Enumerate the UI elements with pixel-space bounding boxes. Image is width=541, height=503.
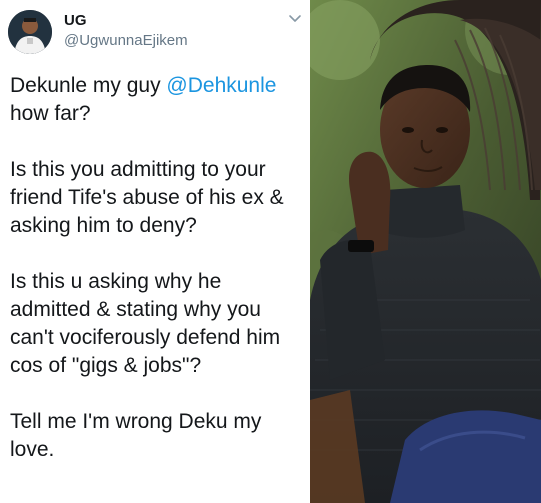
- tweet-text-segment: Dekunle my guy: [10, 74, 167, 97]
- display-name[interactable]: UG: [64, 12, 87, 29]
- tweet-paragraph-4: Tell me I'm wrong Deku my love.: [10, 410, 262, 461]
- chevron-down-icon[interactable]: [286, 10, 304, 28]
- tweet-card: UG @UgwunnaEjikem Dekunle my guy @Dehkun…: [0, 0, 310, 503]
- tweet-photo[interactable]: [310, 0, 541, 503]
- tweet-text: Dekunle my guy @Dehkunle how far? Is thi…: [10, 72, 306, 492]
- tweet-paragraph-3: Is this u asking why he admitted & stati…: [10, 270, 281, 377]
- tweet-text-segment: how far?: [10, 102, 91, 125]
- tweet-paragraph-1: Dekunle my guy @Dehkunle how far?: [10, 72, 306, 128]
- mention-link[interactable]: @Dehkunle: [166, 74, 276, 97]
- avatar-image: [8, 10, 52, 54]
- user-handle[interactable]: @UgwunnaEjikem: [64, 32, 188, 49]
- photo-image: [310, 0, 541, 503]
- tweet-paragraph-2: Is this you admitting to your friend Tif…: [10, 158, 284, 237]
- user-avatar[interactable]: [8, 10, 52, 54]
